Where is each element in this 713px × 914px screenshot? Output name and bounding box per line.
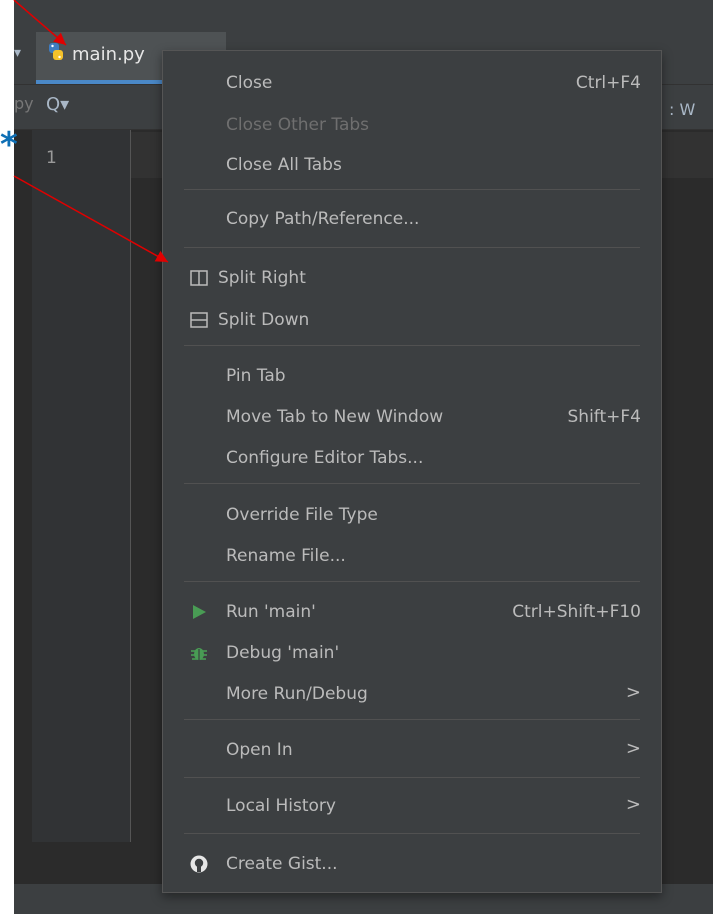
tab-label: main.py (72, 44, 145, 65)
menu-item-close-other-tabs[interactable]: Close Other Tabs (163, 107, 661, 143)
menu-item-run-main[interactable]: Run 'main' Ctrl+Shift+F10 (163, 594, 661, 630)
play-icon (193, 605, 206, 619)
menu-item-local-history[interactable]: Local History > (163, 788, 661, 824)
menu-item-label: Close All Tabs (226, 155, 342, 175)
menu-separator (184, 581, 640, 582)
menu-item-label: Configure Editor Tabs... (226, 448, 424, 468)
bug-icon (191, 648, 207, 660)
menu-separator (184, 483, 640, 484)
submenu-chevron-icon: > (625, 738, 641, 759)
split-horizontal-icon (190, 312, 208, 328)
menu-item-label: Close (226, 73, 273, 93)
menu-item-label: Split Right (218, 268, 306, 288)
menu-item-close[interactable]: Close Ctrl+F4 (163, 65, 661, 101)
python-file-icon (49, 43, 63, 60)
menu-separator (184, 247, 640, 248)
toolbar-right-text: : W (669, 100, 696, 119)
menu-item-split-down[interactable]: Split Down (163, 302, 661, 338)
tab-overflow-chevron-icon[interactable]: ▾ (14, 45, 21, 61)
menu-item-label: Open In (226, 740, 293, 760)
menu-item-label: Rename File... (226, 546, 346, 566)
menu-item-label: Run 'main' (226, 602, 316, 622)
menu-item-label: Create Gist... (226, 854, 338, 874)
menu-item-shortcut: Shift+F4 (567, 407, 641, 427)
menu-item-split-right[interactable]: Split Right (163, 260, 661, 296)
gutter-divider (130, 130, 131, 842)
line-number: 1 (46, 148, 57, 168)
github-icon (190, 855, 208, 873)
menu-item-shortcut: Ctrl+Shift+F10 (512, 602, 641, 622)
menu-item-move-tab-to-new-window[interactable]: Move Tab to New Window Shift+F4 (163, 399, 661, 435)
submenu-chevron-icon: > (625, 682, 641, 703)
menu-item-debug-main[interactable]: Debug 'main' (163, 635, 661, 671)
search-icon[interactable]: Q▾ (46, 94, 69, 115)
submenu-chevron-icon: > (625, 794, 641, 815)
menu-item-label: Override File Type (226, 505, 378, 525)
menu-item-more-run-debug[interactable]: More Run/Debug > (163, 676, 661, 712)
annotation-star: * (0, 125, 18, 165)
menu-separator (184, 777, 640, 778)
menu-item-rename-file[interactable]: Rename File... (163, 538, 661, 574)
menu-item-label: Move Tab to New Window (226, 407, 444, 427)
menu-item-close-all-tabs[interactable]: Close All Tabs (163, 147, 661, 183)
menu-item-label: Close Other Tabs (226, 115, 370, 135)
menu-item-shortcut: Ctrl+F4 (575, 73, 641, 93)
menu-item-label: Pin Tab (226, 366, 286, 386)
menu-separator (184, 189, 640, 190)
menu-separator (184, 833, 640, 834)
menu-item-open-in[interactable]: Open In > (163, 732, 661, 768)
tab-context-menu: Close Ctrl+F4 Close Other Tabs Close All… (162, 50, 662, 893)
toolbar-left-text: py (14, 94, 34, 113)
line-gutter (32, 130, 130, 842)
menu-item-label: Split Down (218, 310, 310, 330)
menu-item-pin-tab[interactable]: Pin Tab (163, 358, 661, 394)
split-vertical-icon (190, 270, 208, 286)
menu-item-create-gist[interactable]: Create Gist... (163, 846, 661, 882)
menu-item-label: More Run/Debug (226, 684, 368, 704)
menu-item-label: Debug 'main' (226, 643, 340, 663)
menu-item-label: Local History (226, 796, 336, 816)
menu-item-configure-editor-tabs[interactable]: Configure Editor Tabs... (163, 440, 661, 476)
menu-item-copy-path[interactable]: Copy Path/Reference... (163, 201, 661, 237)
menu-item-override-file-type[interactable]: Override File Type (163, 497, 661, 533)
menu-separator (184, 719, 640, 720)
menu-item-label: Copy Path/Reference... (226, 209, 420, 229)
menu-separator (184, 345, 640, 346)
